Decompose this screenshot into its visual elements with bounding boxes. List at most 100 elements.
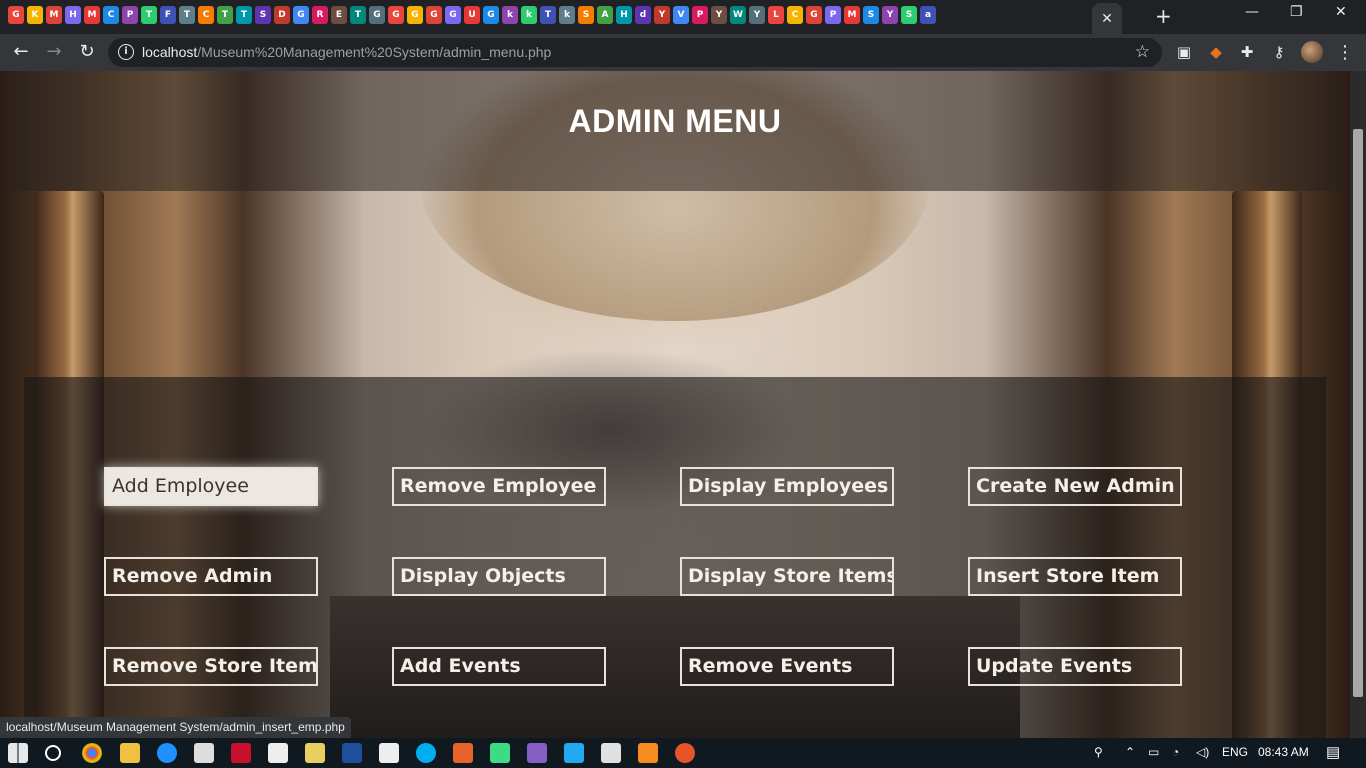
- battery-icon[interactable]: ▭: [1148, 745, 1159, 759]
- calendar-icon[interactable]: [601, 743, 621, 763]
- vscode-icon[interactable]: [564, 743, 584, 763]
- site-info-icon[interactable]: i: [118, 44, 134, 60]
- maximize-icon[interactable]: ❐: [1290, 4, 1303, 20]
- tab-favicon-icon[interactable]: U: [464, 6, 480, 24]
- notifications-icon[interactable]: ▤: [1326, 743, 1340, 761]
- minimize-icon[interactable]: —: [1245, 4, 1259, 20]
- metamask-icon[interactable]: ◆: [1207, 43, 1225, 61]
- new-tab-button[interactable]: +: [1155, 4, 1172, 28]
- tab-favicon-icon[interactable]: T: [179, 6, 195, 24]
- menu-button-0[interactable]: Add Employee: [104, 467, 318, 506]
- store-icon[interactable]: [194, 743, 214, 763]
- tab-favicon-icon[interactable]: G: [293, 6, 309, 24]
- close-tab-icon[interactable]: ✕: [1101, 11, 1113, 27]
- scrollbar[interactable]: [1350, 71, 1366, 738]
- tab-favicon-icon[interactable]: G: [407, 6, 423, 24]
- back-icon[interactable]: ←: [10, 41, 32, 63]
- file-explorer-icon[interactable]: [120, 743, 140, 763]
- windows-start-icon[interactable]: [8, 743, 28, 763]
- menu-button-3[interactable]: Create New Admin: [968, 467, 1182, 506]
- tab-favicon-icon[interactable]: T: [141, 6, 157, 24]
- tab-favicon-icon[interactable]: A: [597, 6, 613, 24]
- language-indicator[interactable]: ENG: [1222, 745, 1248, 759]
- active-tab[interactable]: ✕: [1092, 3, 1122, 34]
- tab-favicon-icon[interactable]: k: [521, 6, 537, 24]
- menu-button-2[interactable]: Display Employees: [680, 467, 894, 506]
- tab-favicon-icon[interactable]: G: [8, 6, 24, 24]
- tab-favicon-icon[interactable]: H: [65, 6, 81, 24]
- tab-favicon-icon[interactable]: T: [540, 6, 556, 24]
- clock-time[interactable]: 08:43 AM: [1258, 745, 1309, 759]
- tab-favicon-icon[interactable]: C: [103, 6, 119, 24]
- tab-favicon-icon[interactable]: D: [274, 6, 290, 24]
- menu-button-8[interactable]: Remove Store Item: [104, 647, 318, 686]
- tab-favicon-icon[interactable]: P: [122, 6, 138, 24]
- powershell-icon[interactable]: [342, 743, 362, 763]
- chrome-taskbar-icon[interactable]: [82, 743, 102, 763]
- tab-favicon-icon[interactable]: M: [84, 6, 100, 24]
- tab-favicon-icon[interactable]: R: [312, 6, 328, 24]
- tab-favicon-icon[interactable]: G: [445, 6, 461, 24]
- network-icon[interactable]: ◔: [1172, 745, 1179, 759]
- menu-button-10[interactable]: Remove Events: [680, 647, 894, 686]
- tab-favicon-icon[interactable]: F: [160, 6, 176, 24]
- cortana-icon[interactable]: [45, 745, 61, 761]
- menu-button-6[interactable]: Display Store Items: [680, 557, 894, 596]
- tab-favicon-icon[interactable]: K: [27, 6, 43, 24]
- menu-kebab-icon[interactable]: ⋮: [1336, 42, 1354, 63]
- tab-favicon-icon[interactable]: Y: [882, 6, 898, 24]
- edge-icon[interactable]: [157, 743, 177, 763]
- tab-favicon-icon[interactable]: L: [768, 6, 784, 24]
- tab-favicon-icon[interactable]: T: [350, 6, 366, 24]
- tab-favicon-icon[interactable]: P: [825, 6, 841, 24]
- menu-button-11[interactable]: Update Events: [968, 647, 1182, 686]
- tab-favicon-icon[interactable]: G: [483, 6, 499, 24]
- tab-favicon-icon[interactable]: T: [217, 6, 233, 24]
- mcafee-icon[interactable]: [231, 743, 251, 763]
- tab-favicon-icon[interactable]: S: [901, 6, 917, 24]
- address-bar[interactable]: i localhost/Museum%20Management%20System…: [108, 38, 1162, 67]
- tab-favicon-icon[interactable]: S: [863, 6, 879, 24]
- git-client-icon[interactable]: [675, 743, 695, 763]
- extensions-puzzle-icon[interactable]: ✚: [1238, 43, 1256, 61]
- android-studio-icon[interactable]: [490, 743, 510, 763]
- tab-favicon-icon[interactable]: G: [806, 6, 822, 24]
- tab-favicon-icon[interactable]: G: [388, 6, 404, 24]
- tab-favicon-icon[interactable]: Y: [711, 6, 727, 24]
- tab-favicon-icon[interactable]: k: [502, 6, 518, 24]
- skype-icon[interactable]: [416, 743, 436, 763]
- address-url[interactable]: localhost/Museum%20Management%20System/a…: [142, 44, 551, 60]
- tab-favicon-icon[interactable]: S: [255, 6, 271, 24]
- tab-favicon-icon[interactable]: Y: [749, 6, 765, 24]
- notepad-icon[interactable]: [305, 743, 325, 763]
- menu-button-5[interactable]: Display Objects: [392, 557, 606, 596]
- xampp-icon[interactable]: [453, 743, 473, 763]
- people-icon[interactable]: ⚲: [1094, 745, 1103, 759]
- tab-favicon-icon[interactable]: G: [426, 6, 442, 24]
- extension-icon[interactable]: ▣: [1175, 43, 1193, 61]
- close-window-icon[interactable]: ✕: [1335, 4, 1347, 20]
- menu-button-1[interactable]: Remove Employee: [392, 467, 606, 506]
- tab-favicon-icon[interactable]: C: [198, 6, 214, 24]
- scrollbar-thumb[interactable]: [1353, 129, 1363, 697]
- tab-favicon-icon[interactable]: H: [616, 6, 632, 24]
- bookmark-star-icon[interactable]: ☆: [1135, 42, 1150, 62]
- jupyter-icon[interactable]: [638, 743, 658, 763]
- tab-favicon-icon[interactable]: k: [559, 6, 575, 24]
- tab-favicon-icon[interactable]: T: [236, 6, 252, 24]
- menu-button-9[interactable]: Add Events: [392, 647, 606, 686]
- tab-favicon-icon[interactable]: Y: [654, 6, 670, 24]
- tab-favicon-icon[interactable]: P: [692, 6, 708, 24]
- tab-favicon-icon[interactable]: E: [331, 6, 347, 24]
- tab-favicon-icon[interactable]: d: [635, 6, 651, 24]
- mail-icon[interactable]: [268, 743, 288, 763]
- tab-favicon-icon[interactable]: M: [844, 6, 860, 24]
- tray-chevron-icon[interactable]: ⌃: [1125, 745, 1135, 759]
- camera-icon[interactable]: [379, 743, 399, 763]
- tab-favicon-icon[interactable]: C: [787, 6, 803, 24]
- tab-favicon-icon[interactable]: a: [920, 6, 936, 24]
- visual-studio-icon[interactable]: [527, 743, 547, 763]
- tab-favicon-icon[interactable]: W: [730, 6, 746, 24]
- tab-favicon-icon[interactable]: M: [46, 6, 62, 24]
- avatar[interactable]: [1301, 41, 1323, 63]
